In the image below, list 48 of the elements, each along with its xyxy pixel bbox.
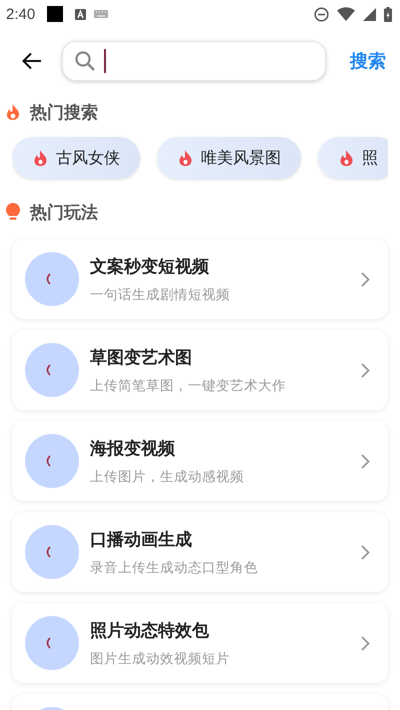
card-subtitle: 图片生成动效视频短片 xyxy=(90,650,231,668)
card-subtitle: 上传简笔草图，一键变艺术大作 xyxy=(90,376,287,394)
card-subtitle: 录音上传生成动态口型角色 xyxy=(90,558,259,576)
card-title: 照片动态特效包 xyxy=(90,620,210,642)
loading-spinner-icon xyxy=(25,616,79,670)
back-arrow-icon[interactable] xyxy=(22,52,42,70)
feature-card[interactable]: 照片动态特效包 图片生成动效视频短片 xyxy=(12,603,388,683)
light-bulb-icon xyxy=(6,203,20,221)
letter-a-icon xyxy=(75,8,86,20)
card-title: 海报变视频 xyxy=(90,438,176,460)
text-cursor xyxy=(104,49,106,73)
wifi-icon xyxy=(337,7,355,21)
chevron-right-icon xyxy=(361,636,370,650)
feature-card[interactable]: 口播动画生成 录音上传生成动态口型角色 xyxy=(12,512,388,592)
fire-icon xyxy=(6,104,20,120)
section-title: 热门玩法 xyxy=(30,202,98,224)
keyboard-icon xyxy=(94,10,108,18)
chevron-right-icon xyxy=(361,362,370,378)
card-subtitle: 上传图片，生成动感视频 xyxy=(90,468,245,486)
feature-card[interactable]: 海报变视频 上传图片，生成动感视频 xyxy=(12,421,388,501)
loading-spinner-icon xyxy=(25,525,79,579)
feature-card[interactable]: 文案秒变短视频 一句话生成剧情短视频 xyxy=(12,239,388,319)
loading-spinner-icon xyxy=(25,252,79,306)
fire-icon xyxy=(179,150,192,166)
fire-icon xyxy=(340,150,353,166)
loading-spinner-icon xyxy=(25,434,79,488)
search-button[interactable]: 搜索 xyxy=(348,45,388,77)
feature-card[interactable]: 草图变艺术图 上传简笔草图，一键变艺术大作 xyxy=(12,330,388,410)
search-chip[interactable]: 照 xyxy=(318,137,388,179)
notification-square-icon xyxy=(47,6,64,22)
card-title: 口播动画生成 xyxy=(90,528,193,550)
fire-icon xyxy=(34,150,47,166)
card-title: 文案秒变短视频 xyxy=(90,256,210,278)
card-subtitle: 一句话生成剧情短视频 xyxy=(90,286,231,304)
loading-spinner-icon xyxy=(25,343,79,397)
chevron-right-icon xyxy=(361,544,370,560)
signal-icon xyxy=(363,8,376,20)
search-chip[interactable]: 唯美风景图 xyxy=(157,137,301,179)
chevron-right-icon xyxy=(361,272,370,286)
do-not-disturb-icon xyxy=(314,6,329,22)
section-title: 热门搜索 xyxy=(30,102,98,124)
search-icon xyxy=(74,50,96,72)
search-chip[interactable]: 古风女侠 xyxy=(12,137,140,179)
status-time: 2:40 xyxy=(6,6,36,22)
battery-icon xyxy=(384,6,392,22)
card-title: 草图变艺术图 xyxy=(90,346,193,368)
search-field[interactable] xyxy=(62,41,326,81)
chevron-right-icon xyxy=(361,454,370,468)
